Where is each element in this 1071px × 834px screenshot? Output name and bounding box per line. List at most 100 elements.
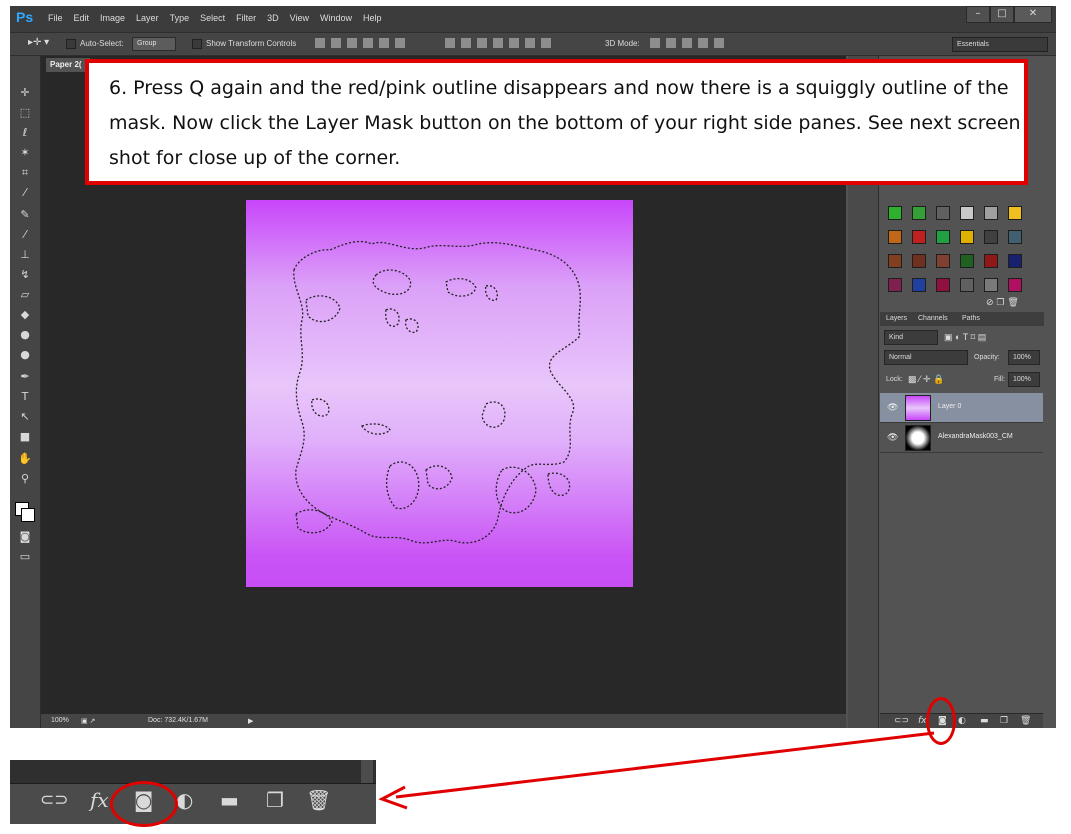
menu-edit[interactable]: Edit xyxy=(74,13,90,23)
adjustment-icon[interactable]: ◐ xyxy=(958,716,966,726)
lasso-tool-icon[interactable]: ℓ xyxy=(18,126,32,140)
new-layer-icon[interactable]: ❐ xyxy=(1000,716,1008,726)
3d-roll-icon[interactable] xyxy=(666,38,676,48)
align-right-icon[interactable] xyxy=(395,38,405,48)
healing-brush-tool-icon[interactable]: ✎ xyxy=(18,208,32,222)
clone-stamp-tool-icon[interactable]: ⊥ xyxy=(18,248,32,262)
crop-tool-icon[interactable]: ⌗ xyxy=(18,166,32,180)
distribute-bottom-icon[interactable] xyxy=(477,38,487,48)
menu-help[interactable]: Help xyxy=(363,13,382,23)
align-hcenter-icon[interactable] xyxy=(379,38,389,48)
style-swatch[interactable] xyxy=(1008,278,1022,292)
style-swatch[interactable] xyxy=(936,230,950,244)
link-icon[interactable]: ⊂⊃ xyxy=(40,789,69,811)
align-top-icon[interactable] xyxy=(315,38,325,48)
style-swatch[interactable] xyxy=(888,278,902,292)
align-vcenter-icon[interactable] xyxy=(331,38,341,48)
layer-row-layer-0[interactable]: 👁 Layer 0 xyxy=(880,393,1043,423)
blur-tool-icon[interactable]: ● xyxy=(18,328,32,342)
opacity-field[interactable]: 100% xyxy=(1008,350,1040,365)
style-swatch[interactable] xyxy=(912,278,926,292)
move-tool-icon[interactable]: ▸✛ ▾ xyxy=(28,37,49,48)
type-tool-icon[interactable]: T xyxy=(18,390,32,404)
menu-view[interactable]: View xyxy=(290,13,309,23)
rectangle-tool-icon[interactable]: ■ xyxy=(18,430,32,444)
quick-mask-icon[interactable]: ◙ xyxy=(18,530,32,544)
distribute-right-icon[interactable] xyxy=(525,38,535,48)
style-swatch[interactable] xyxy=(960,206,974,220)
close-button[interactable]: ✕ xyxy=(1014,6,1052,23)
screen-mode-icon[interactable]: ▭ xyxy=(18,550,32,564)
background-color-swatch[interactable] xyxy=(21,508,35,522)
minimize-button[interactable]: – xyxy=(966,6,990,23)
align-bottom-icon[interactable] xyxy=(347,38,357,48)
eye-icon[interactable]: 👁 xyxy=(887,403,898,413)
pen-tool-icon[interactable]: ✒ xyxy=(18,370,32,384)
3d-rotate-icon[interactable] xyxy=(650,38,660,48)
align-left-icon[interactable] xyxy=(363,38,373,48)
layer-row-mask[interactable]: 👁 AlexandraMask003_CM xyxy=(880,423,1043,453)
fx-icon[interactable]: fx xyxy=(90,789,109,811)
menu-layer[interactable]: Layer xyxy=(136,13,159,23)
style-swatch[interactable] xyxy=(888,254,902,268)
style-swatch[interactable] xyxy=(936,254,950,268)
distribute-vcenter-icon[interactable] xyxy=(461,38,471,48)
paint-bucket-tool-icon[interactable]: ◆ xyxy=(18,308,32,322)
auto-select-checkbox[interactable] xyxy=(66,39,76,49)
3d-slide-icon[interactable] xyxy=(698,38,708,48)
marquee-tool-icon[interactable]: ⬚ xyxy=(18,106,32,120)
layer-filter-kind[interactable]: Kind xyxy=(884,330,938,345)
distribute-hcenter-icon[interactable] xyxy=(509,38,519,48)
style-swatch[interactable] xyxy=(984,254,998,268)
style-swatch[interactable] xyxy=(960,278,974,292)
link-icon[interactable]: ⊂⊃ xyxy=(894,716,909,726)
blend-mode-dropdown[interactable]: Normal xyxy=(884,350,968,365)
zoom-level[interactable]: 100% xyxy=(51,717,69,724)
path-selection-tool-icon[interactable]: ↖ xyxy=(18,410,32,424)
menu-window[interactable]: Window xyxy=(320,13,352,23)
style-swatch[interactable] xyxy=(888,206,902,220)
hand-tool-icon[interactable]: ✋ xyxy=(18,452,32,466)
folder-icon[interactable]: ▬ xyxy=(980,716,989,726)
menu-select[interactable]: Select xyxy=(200,13,225,23)
trash-icon[interactable]: 🗑 xyxy=(1020,716,1031,726)
eye-icon[interactable]: 👁 xyxy=(887,433,898,443)
history-brush-tool-icon[interactable]: ↯ xyxy=(18,268,32,282)
maximize-button[interactable]: □ xyxy=(990,6,1014,23)
show-transform-checkbox[interactable] xyxy=(192,39,202,49)
auto-select-dropdown[interactable]: Group xyxy=(132,37,176,51)
style-swatch[interactable] xyxy=(960,230,974,244)
3d-pan-icon[interactable] xyxy=(682,38,692,48)
zoom-tool-icon[interactable]: ⚲ xyxy=(18,472,32,486)
style-swatch[interactable] xyxy=(960,254,974,268)
style-swatch[interactable] xyxy=(1008,254,1022,268)
menu-3d[interactable]: 3D xyxy=(267,13,279,23)
distribute-top-icon[interactable] xyxy=(445,38,455,48)
magic-wand-tool-icon[interactable]: ✶ xyxy=(18,146,32,160)
style-swatch[interactable] xyxy=(984,230,998,244)
style-swatch[interactable] xyxy=(1008,230,1022,244)
brush-tool-icon[interactable]: ⁄ xyxy=(18,228,32,242)
style-swatch[interactable] xyxy=(984,278,998,292)
styles-footer-icons[interactable]: ⊘ ❐ 🗑 xyxy=(986,298,1019,308)
style-swatch[interactable] xyxy=(912,254,926,268)
move-tool-icon[interactable]: ✛ xyxy=(18,86,32,100)
menu-image[interactable]: Image xyxy=(100,13,125,23)
tab-layers[interactable]: Layers xyxy=(886,315,907,322)
style-swatch[interactable] xyxy=(912,206,926,220)
style-swatch[interactable] xyxy=(936,278,950,292)
document-tab[interactable]: Paper 2( xyxy=(46,58,90,72)
tab-paths[interactable]: Paths xyxy=(962,315,980,322)
status-icons[interactable]: ▣ ↗ xyxy=(81,717,95,725)
dodge-tool-icon[interactable]: ● xyxy=(18,348,32,362)
menu-filter[interactable]: Filter xyxy=(236,13,256,23)
style-swatch[interactable] xyxy=(984,206,998,220)
style-swatch[interactable] xyxy=(912,230,926,244)
folder-icon[interactable]: ▬ xyxy=(220,789,239,811)
menu-file[interactable]: File xyxy=(48,13,63,23)
status-arrow-icon[interactable]: ▶ xyxy=(248,717,253,725)
lock-icons[interactable]: ▩ ⁄ ✛ 🔒 xyxy=(908,374,944,385)
menu-type[interactable]: Type xyxy=(170,13,190,23)
style-swatch[interactable] xyxy=(936,206,950,220)
fill-field[interactable]: 100% xyxy=(1008,372,1040,387)
